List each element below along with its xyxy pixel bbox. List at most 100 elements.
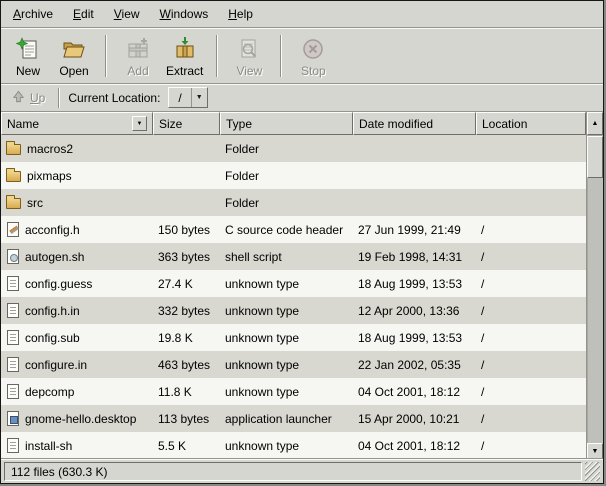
file-size: 113 bytes bbox=[153, 405, 220, 432]
menu-edit-label: Edit bbox=[73, 7, 94, 21]
open-folder-icon bbox=[61, 35, 87, 63]
column-header-row: Name ▼ Size Type Date modified Location bbox=[1, 112, 586, 135]
table-row[interactable]: install-sh 5.5 K unknown type 04 Oct 200… bbox=[1, 432, 586, 459]
table-row[interactable]: depcomp 11.8 K unknown type 04 Oct 2001,… bbox=[1, 378, 586, 405]
file-name: config.h.in bbox=[25, 304, 80, 318]
file-type: unknown type bbox=[220, 432, 353, 459]
statusbar: 112 files (630.3 K) bbox=[1, 459, 603, 483]
current-location-label: Current Location: bbox=[68, 91, 160, 105]
add-to-archive-icon bbox=[125, 35, 151, 63]
column-menu-button[interactable]: ▼ bbox=[132, 116, 147, 131]
table-row[interactable]: configure.in 463 bytes unknown type 22 J… bbox=[1, 351, 586, 378]
toolbar-separator bbox=[105, 35, 107, 77]
file-location: / bbox=[476, 351, 586, 378]
scrollbar-thumb[interactable] bbox=[587, 136, 603, 178]
menu-view[interactable]: View bbox=[104, 1, 150, 27]
folder-icon bbox=[6, 198, 21, 209]
open-button[interactable]: Open bbox=[51, 31, 97, 81]
menu-edit[interactable]: Edit bbox=[63, 1, 104, 27]
file-location: / bbox=[476, 405, 586, 432]
file-location bbox=[476, 135, 586, 162]
shell-script-file-icon bbox=[7, 249, 19, 264]
file-type: unknown type bbox=[220, 270, 353, 297]
column-header-type[interactable]: Type bbox=[220, 112, 353, 135]
table-row[interactable]: pixmaps Folder bbox=[1, 162, 586, 189]
table-row[interactable]: gnome-hello.desktop 113 bytes applicatio… bbox=[1, 405, 586, 432]
menu-help-label: Help bbox=[228, 7, 253, 21]
file-date-modified: 18 Aug 1999, 13:53 bbox=[353, 324, 476, 351]
file-date-modified: 04 Oct 2001, 18:12 bbox=[353, 378, 476, 405]
resize-grip[interactable] bbox=[585, 462, 600, 481]
file-date-modified bbox=[353, 189, 476, 216]
menu-help[interactable]: Help bbox=[218, 1, 263, 27]
file-icon bbox=[7, 357, 19, 372]
file-name: macros2 bbox=[27, 142, 73, 156]
file-location: / bbox=[476, 297, 586, 324]
table-row[interactable]: macros2 Folder bbox=[1, 135, 586, 162]
menu-windows-label: Windows bbox=[160, 7, 209, 21]
file-name: acconfig.h bbox=[25, 223, 80, 237]
file-size bbox=[153, 135, 220, 162]
menu-view-label: View bbox=[114, 7, 140, 21]
location-bar: Up Current Location: / ▼ bbox=[1, 84, 603, 112]
stop-button-label: Stop bbox=[301, 64, 326, 78]
column-header-name-label: Name bbox=[7, 117, 39, 131]
add-button[interactable]: Add bbox=[115, 31, 161, 81]
extract-button[interactable]: Extract bbox=[161, 31, 208, 81]
column-header-name[interactable]: Name ▼ bbox=[1, 112, 153, 135]
source-header-file-icon bbox=[7, 222, 19, 237]
file-size bbox=[153, 162, 220, 189]
file-name: install-sh bbox=[25, 439, 72, 453]
file-icon bbox=[7, 330, 19, 345]
file-location: / bbox=[476, 432, 586, 459]
open-button-label: Open bbox=[59, 64, 88, 78]
file-icon bbox=[7, 438, 19, 453]
file-size: 463 bytes bbox=[153, 351, 220, 378]
table-row[interactable]: config.sub 19.8 K unknown type 18 Aug 19… bbox=[1, 324, 586, 351]
scroll-up-button[interactable]: ▲ bbox=[587, 112, 603, 135]
column-header-location[interactable]: Location bbox=[476, 112, 586, 135]
file-location: / bbox=[476, 243, 586, 270]
extract-archive-icon bbox=[172, 35, 198, 63]
file-location: / bbox=[476, 216, 586, 243]
file-type: Folder bbox=[220, 189, 353, 216]
file-name: pixmaps bbox=[27, 169, 72, 183]
scroll-down-arrow-icon: ▼ bbox=[592, 448, 599, 455]
table-row[interactable]: config.guess 27.4 K unknown type 18 Aug … bbox=[1, 270, 586, 297]
file-location: / bbox=[476, 270, 586, 297]
file-type: unknown type bbox=[220, 378, 353, 405]
stop-button[interactable]: Stop bbox=[290, 31, 336, 81]
file-size: 27.4 K bbox=[153, 270, 220, 297]
scroll-down-button[interactable]: ▼ bbox=[587, 443, 603, 459]
table-row[interactable]: src Folder bbox=[1, 189, 586, 216]
chevron-down-icon: ▼ bbox=[192, 88, 207, 107]
file-icon bbox=[7, 303, 19, 318]
table-row[interactable]: autogen.sh 363 bytes shell script 19 Feb… bbox=[1, 243, 586, 270]
menu-windows[interactable]: Windows bbox=[150, 1, 219, 27]
column-header-size[interactable]: Size bbox=[153, 112, 220, 135]
vertical-scrollbar[interactable]: ▲ ▼ bbox=[586, 112, 603, 459]
table-row[interactable]: acconfig.h 150 bytes C source code heade… bbox=[1, 216, 586, 243]
file-date-modified bbox=[353, 162, 476, 189]
location-bar-separator bbox=[58, 88, 60, 108]
file-size: 5.5 K bbox=[153, 432, 220, 459]
file-name: config.sub bbox=[25, 331, 80, 345]
file-date-modified: 19 Feb 1998, 14:31 bbox=[353, 243, 476, 270]
toolbar-separator bbox=[280, 35, 282, 77]
view-file-button[interactable]: View bbox=[226, 31, 272, 81]
file-type: unknown type bbox=[220, 324, 353, 351]
up-button[interactable]: Up bbox=[7, 87, 50, 109]
file-type: unknown type bbox=[220, 297, 353, 324]
table-row[interactable]: config.h.in 332 bytes unknown type 12 Ap… bbox=[1, 297, 586, 324]
column-header-date-modified[interactable]: Date modified bbox=[353, 112, 476, 135]
location-combo[interactable]: / ▼ bbox=[168, 87, 207, 108]
file-list: Name ▼ Size Type Date modified Location … bbox=[1, 112, 586, 459]
view-file-icon bbox=[236, 35, 262, 63]
new-button[interactable]: New bbox=[5, 31, 51, 81]
file-type: unknown type bbox=[220, 351, 353, 378]
up-button-label: Up bbox=[30, 91, 45, 105]
scrollbar-track[interactable] bbox=[587, 135, 603, 443]
file-date-modified bbox=[353, 135, 476, 162]
menu-archive[interactable]: Archive bbox=[3, 1, 63, 27]
file-size: 332 bytes bbox=[153, 297, 220, 324]
